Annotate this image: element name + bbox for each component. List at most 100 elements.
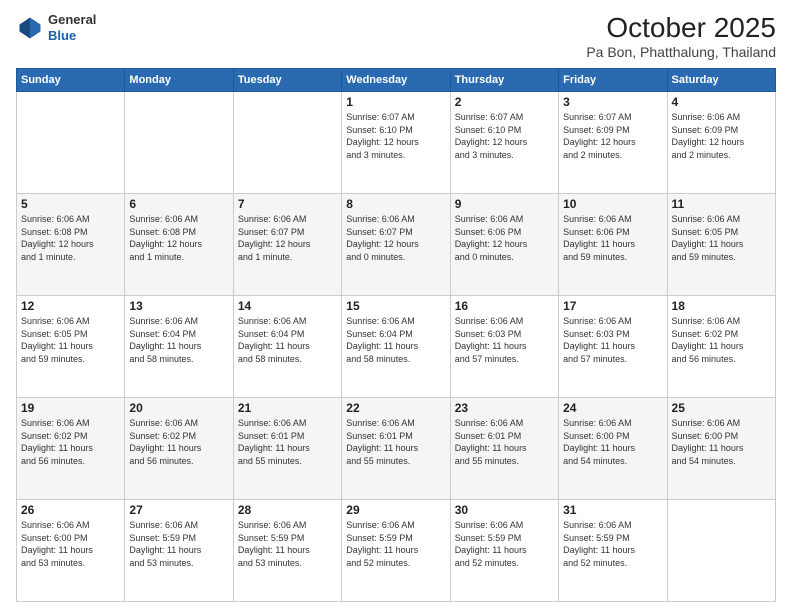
day-number: 29 <box>346 503 445 517</box>
calendar-cell: 20 Sunrise: 6:06 AM Sunset: 6:02 PM Dayli… <box>125 398 233 500</box>
day-info: Sunrise: 6:06 AM Sunset: 6:09 PM Dayligh… <box>672 111 771 161</box>
day-number: 24 <box>563 401 662 415</box>
day-number: 20 <box>129 401 228 415</box>
day-info: Sunrise: 6:06 AM Sunset: 6:03 PM Dayligh… <box>563 315 662 365</box>
weekday-row: SundayMondayTuesdayWednesdayThursdayFrid… <box>17 69 776 92</box>
day-number: 13 <box>129 299 228 313</box>
calendar-cell: 2Sunrise: 6:07 AM Sunset: 6:10 PM Daylig… <box>450 92 558 194</box>
logo-text: General Blue <box>48 12 96 43</box>
calendar-cell: 8Sunrise: 6:06 AM Sunset: 6:07 PM Daylig… <box>342 194 450 296</box>
day-number: 7 <box>238 197 337 211</box>
calendar-cell: 18Sunrise: 6:06 AM Sunset: 6:02 PM Dayli… <box>667 296 775 398</box>
header: General Blue October 2025 Pa Bon, Phatth… <box>16 12 776 60</box>
calendar-cell: 30 Sunrise: 6:06 AM Sunset: 5:59 PM Dayli… <box>450 500 558 602</box>
day-number: 14 <box>238 299 337 313</box>
day-info: Sunrise: 6:07 AM Sunset: 6:10 PM Dayligh… <box>346 111 445 161</box>
calendar-cell: 27 Sunrise: 6:06 AM Sunset: 5:59 PM Dayli… <box>125 500 233 602</box>
calendar-cell: 17 Sunrise: 6:06 AM Sunset: 6:03 PM Dayli… <box>559 296 667 398</box>
day-number: 18 <box>672 299 771 313</box>
calendar-cell: 15 Sunrise: 6:06 AM Sunset: 6:04 PM Dayli… <box>342 296 450 398</box>
day-info: Sunrise: 6:07 AM Sunset: 6:09 PM Dayligh… <box>563 111 662 161</box>
day-info: Sunrise: 6:06 AM Sunset: 6:00 PM Dayligh… <box>563 417 662 467</box>
weekday-header-thursday: Thursday <box>450 69 558 92</box>
calendar-cell: 9 Sunrise: 6:06 AM Sunset: 6:06 PM Daylig… <box>450 194 558 296</box>
day-info: Sunrise: 6:07 AM Sunset: 6:10 PM Dayligh… <box>455 111 554 161</box>
day-info: Sunrise: 6:06 AM Sunset: 6:00 PM Dayligh… <box>21 519 120 569</box>
day-number: 22 <box>346 401 445 415</box>
day-info: Sunrise: 6:06 AM Sunset: 6:03 PM Dayligh… <box>455 315 554 365</box>
logo-general: General <box>48 12 96 28</box>
calendar-cell: 13 Sunrise: 6:06 AM Sunset: 6:04 PM Dayli… <box>125 296 233 398</box>
day-info: Sunrise: 6:06 AM Sunset: 6:07 PM Dayligh… <box>238 213 337 263</box>
weekday-header-monday: Monday <box>125 69 233 92</box>
calendar-cell: 12 Sunrise: 6:06 AM Sunset: 6:05 PM Dayli… <box>17 296 125 398</box>
day-number: 25 <box>672 401 771 415</box>
calendar-cell: 21 Sunrise: 6:06 AM Sunset: 6:01 PM Dayli… <box>233 398 341 500</box>
calendar-cell <box>17 92 125 194</box>
calendar-cell: 4 Sunrise: 6:06 AM Sunset: 6:09 PM Daylig… <box>667 92 775 194</box>
day-info: Sunrise: 6:06 AM Sunset: 6:04 PM Dayligh… <box>346 315 445 365</box>
day-number: 30 <box>455 503 554 517</box>
calendar-week-2: 5 Sunrise: 6:06 AM Sunset: 6:08 PM Daylig… <box>17 194 776 296</box>
page-title: October 2025 <box>586 12 776 44</box>
day-number: 27 <box>129 503 228 517</box>
day-number: 12 <box>21 299 120 313</box>
calendar-cell <box>233 92 341 194</box>
day-number: 28 <box>238 503 337 517</box>
day-number: 9 <box>455 197 554 211</box>
day-info: Sunrise: 6:06 AM Sunset: 6:05 PM Dayligh… <box>21 315 120 365</box>
calendar-cell: 28 Sunrise: 6:06 AM Sunset: 5:59 PM Dayli… <box>233 500 341 602</box>
day-number: 11 <box>672 197 771 211</box>
day-info: Sunrise: 6:06 AM Sunset: 6:01 PM Dayligh… <box>238 417 337 467</box>
calendar-cell: 16Sunrise: 6:06 AM Sunset: 6:03 PM Dayli… <box>450 296 558 398</box>
day-info: Sunrise: 6:06 AM Sunset: 6:01 PM Dayligh… <box>346 417 445 467</box>
day-info: Sunrise: 6:06 AM Sunset: 5:59 PM Dayligh… <box>563 519 662 569</box>
day-number: 3 <box>563 95 662 109</box>
calendar-cell: 29Sunrise: 6:06 AM Sunset: 5:59 PM Dayli… <box>342 500 450 602</box>
logo: General Blue <box>16 12 96 43</box>
calendar-cell: 24 Sunrise: 6:06 AM Sunset: 6:00 PM Dayli… <box>559 398 667 500</box>
day-info: Sunrise: 6:06 AM Sunset: 6:06 PM Dayligh… <box>455 213 554 263</box>
calendar-cell: 10 Sunrise: 6:06 AM Sunset: 6:06 PM Dayli… <box>559 194 667 296</box>
day-info: Sunrise: 6:06 AM Sunset: 6:02 PM Dayligh… <box>21 417 120 467</box>
day-number: 4 <box>672 95 771 109</box>
weekday-header-wednesday: Wednesday <box>342 69 450 92</box>
day-number: 10 <box>563 197 662 211</box>
weekday-header-sunday: Sunday <box>17 69 125 92</box>
calendar-cell: 22 Sunrise: 6:06 AM Sunset: 6:01 PM Dayli… <box>342 398 450 500</box>
day-info: Sunrise: 6:06 AM Sunset: 6:06 PM Dayligh… <box>563 213 662 263</box>
day-number: 15 <box>346 299 445 313</box>
day-number: 21 <box>238 401 337 415</box>
day-number: 8 <box>346 197 445 211</box>
calendar-cell: 5 Sunrise: 6:06 AM Sunset: 6:08 PM Daylig… <box>17 194 125 296</box>
day-info: Sunrise: 6:06 AM Sunset: 5:59 PM Dayligh… <box>455 519 554 569</box>
calendar-cell: 14Sunrise: 6:06 AM Sunset: 6:04 PM Dayli… <box>233 296 341 398</box>
title-block: October 2025 Pa Bon, Phatthalung, Thaila… <box>586 12 776 60</box>
day-number: 23 <box>455 401 554 415</box>
day-number: 26 <box>21 503 120 517</box>
calendar-cell: 25 Sunrise: 6:06 AM Sunset: 6:00 PM Dayli… <box>667 398 775 500</box>
day-number: 17 <box>563 299 662 313</box>
page: General Blue October 2025 Pa Bon, Phatth… <box>0 0 792 612</box>
day-info: Sunrise: 6:06 AM Sunset: 6:05 PM Dayligh… <box>672 213 771 263</box>
calendar-cell: 7 Sunrise: 6:06 AM Sunset: 6:07 PM Daylig… <box>233 194 341 296</box>
day-number: 5 <box>21 197 120 211</box>
calendar-cell: 3 Sunrise: 6:07 AM Sunset: 6:09 PM Daylig… <box>559 92 667 194</box>
calendar-cell <box>125 92 233 194</box>
day-info: Sunrise: 6:06 AM Sunset: 5:59 PM Dayligh… <box>238 519 337 569</box>
logo-blue: Blue <box>48 28 96 44</box>
calendar-cell: 31Sunrise: 6:06 AM Sunset: 5:59 PM Dayli… <box>559 500 667 602</box>
day-info: Sunrise: 6:06 AM Sunset: 6:00 PM Dayligh… <box>672 417 771 467</box>
calendar-cell: 23Sunrise: 6:06 AM Sunset: 6:01 PM Dayli… <box>450 398 558 500</box>
calendar-cell: 11 Sunrise: 6:06 AM Sunset: 6:05 PM Dayli… <box>667 194 775 296</box>
day-info: Sunrise: 6:06 AM Sunset: 6:04 PM Dayligh… <box>129 315 228 365</box>
calendar-week-3: 12 Sunrise: 6:06 AM Sunset: 6:05 PM Dayli… <box>17 296 776 398</box>
page-subtitle: Pa Bon, Phatthalung, Thailand <box>586 44 776 60</box>
weekday-header-tuesday: Tuesday <box>233 69 341 92</box>
day-number: 6 <box>129 197 228 211</box>
day-info: Sunrise: 6:06 AM Sunset: 5:59 PM Dayligh… <box>129 519 228 569</box>
calendar-cell: 6Sunrise: 6:06 AM Sunset: 6:08 PM Daylig… <box>125 194 233 296</box>
day-info: Sunrise: 6:06 AM Sunset: 6:08 PM Dayligh… <box>21 213 120 263</box>
calendar-table: SundayMondayTuesdayWednesdayThursdayFrid… <box>16 68 776 602</box>
day-info: Sunrise: 6:06 AM Sunset: 6:02 PM Dayligh… <box>129 417 228 467</box>
